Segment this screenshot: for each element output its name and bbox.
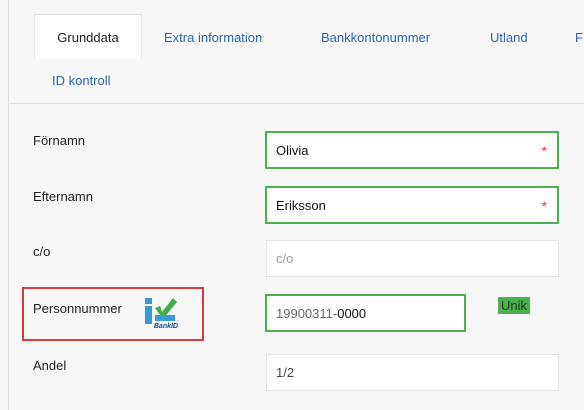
efternamn-value: Eriksson: [276, 197, 326, 213]
tab-bar: Grunddata Extra information Bankkontonum…: [0, 0, 584, 104]
tab-id-kontroll[interactable]: ID kontroll: [52, 73, 111, 88]
fornamn-label: Förnamn: [33, 133, 86, 148]
andel-input[interactable]: 1/2: [266, 354, 559, 391]
bankid-logo-base: [155, 315, 175, 321]
bankid-logo-dot: [145, 298, 152, 304]
personnummer-suffix: 0000: [337, 305, 367, 321]
bankid-logo-text: BankID: [154, 323, 178, 330]
bankid-icon: BankID: [145, 298, 178, 330]
personnummer-input[interactable]: 19900311- 0000: [265, 294, 466, 332]
fornamn-value: Olivia: [276, 142, 309, 158]
tabs-divider: [8, 103, 584, 104]
andel-value: 1/2: [276, 365, 295, 380]
tab-utland[interactable]: Utland: [490, 30, 528, 45]
personnummer-label: Personnummer: [33, 301, 122, 316]
fornamn-input[interactable]: Olivia *: [265, 131, 559, 169]
tab-extra-information[interactable]: Extra information: [164, 30, 262, 45]
efternamn-label: Efternamn: [33, 189, 93, 204]
tab-bankkontonummer[interactable]: Bankkontonummer: [321, 30, 430, 45]
co-label: c/o: [33, 244, 51, 259]
co-placeholder: c/o: [276, 251, 294, 266]
required-indicator: *: [541, 142, 547, 159]
required-indicator: *: [541, 197, 547, 214]
unik-badge: Unik: [498, 297, 531, 314]
tab-grunddata[interactable]: Grunddata: [34, 14, 142, 59]
personnummer-prefix: 19900311-: [276, 305, 338, 321]
efternamn-input[interactable]: Eriksson *: [265, 186, 559, 224]
tab-more-partial[interactable]: F: [575, 30, 583, 45]
andel-label: Andel: [33, 358, 67, 373]
co-input[interactable]: c/o: [266, 240, 559, 277]
bankid-logo-bar: [145, 306, 152, 324]
